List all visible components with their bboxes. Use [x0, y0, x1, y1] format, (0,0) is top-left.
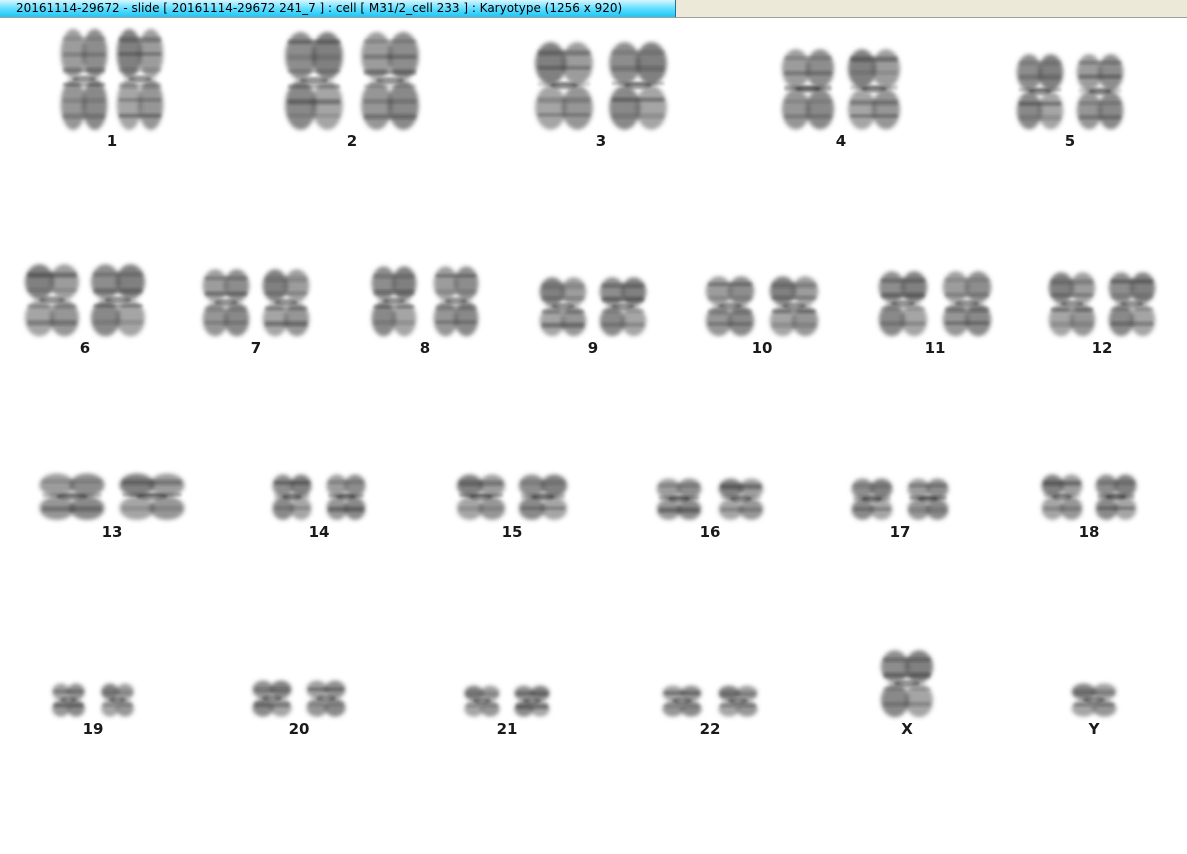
chromosome-image-19 — [52, 683, 134, 717]
karyogram: 1 2 3 4 5 6 7 8 9 10 11 12 13 14 15 16 17 18 19 20 21 22 X Y — [0, 18, 1187, 854]
chromosome-label-5: 5 — [1064, 132, 1076, 150]
karyotype-window: 20161114-29672 - slide [ 20161114-29672 … — [0, 0, 1187, 854]
chromosome-image-22 — [662, 685, 758, 717]
chromosome-label-2: 2 — [346, 132, 358, 150]
chromosome-label-14: 14 — [308, 523, 330, 541]
chromosome-pair-11[interactable] — [869, 264, 1001, 343]
chromosome-label-16: 16 — [699, 523, 721, 541]
chromosome-image-17 — [851, 478, 949, 520]
chromosome-pair-17[interactable] — [842, 471, 958, 527]
chromosome-pair-5[interactable] — [1007, 47, 1133, 136]
chromosome-label-15: 15 — [501, 523, 523, 541]
chromosome-label-8: 8 — [419, 339, 431, 357]
chromosome-label-17: 17 — [889, 523, 911, 541]
chromosome-pair-19[interactable] — [43, 676, 143, 724]
chromosome-pair-x[interactable] — [871, 643, 943, 724]
chromosome-image-15 — [456, 474, 568, 520]
chromosome-image-x — [880, 650, 934, 718]
chromosome-image-7 — [202, 269, 310, 337]
chromosome-pair-7[interactable] — [193, 262, 319, 343]
chromosome-pair-15[interactable] — [447, 467, 577, 527]
chromosome-label-18: 18 — [1078, 523, 1100, 541]
window-title-tab[interactable]: 20161114-29672 - slide [ 20161114-29672 … — [0, 0, 676, 17]
chromosome-image-13 — [39, 473, 185, 520]
chromosome-image-12 — [1048, 272, 1156, 337]
chromosome-image-11 — [878, 271, 992, 337]
chromosome-label-22: 22 — [699, 720, 721, 738]
chromosome-label-1: 1 — [106, 132, 118, 150]
chromosome-label-4: 4 — [835, 132, 847, 150]
window-title: 20161114-29672 - slide [ 20161114-29672 … — [16, 1, 623, 15]
chromosome-label-21: 21 — [496, 720, 518, 738]
chromosome-image-16 — [656, 478, 764, 520]
chromosome-image-3 — [535, 42, 667, 130]
chromosome-image-20 — [252, 680, 346, 717]
chromosome-pair-13[interactable] — [29, 466, 195, 527]
chromosome-pair-14[interactable] — [263, 467, 375, 527]
chromosome-label-13: 13 — [101, 523, 123, 541]
chromosome-pair-22[interactable] — [653, 678, 767, 724]
chromosome-image-14 — [272, 474, 366, 520]
chromosome-pair-4[interactable] — [772, 42, 910, 136]
chromosome-image-5 — [1016, 54, 1124, 130]
chromosome-label-x: X — [901, 720, 913, 738]
chromosome-pair-2[interactable] — [275, 25, 429, 136]
chromosome-label-9: 9 — [587, 339, 599, 357]
chromosome-pair-20[interactable] — [243, 673, 355, 724]
chromosome-pair-3[interactable] — [525, 35, 677, 136]
chromosome-label-6: 6 — [79, 339, 91, 357]
chromosome-pair-1[interactable] — [51, 22, 173, 136]
chromosome-image-4 — [781, 49, 901, 130]
chromosome-pair-16[interactable] — [647, 471, 773, 527]
chromosome-label-7: 7 — [250, 339, 262, 357]
chromosome-image-2 — [285, 32, 419, 130]
chromosome-label-10: 10 — [751, 339, 773, 357]
chromosome-pair-8[interactable] — [362, 259, 488, 343]
chromosome-pair-21[interactable] — [455, 678, 559, 724]
title-bar: 20161114-29672 - slide [ 20161114-29672 … — [0, 0, 1187, 18]
chromosome-image-y — [1071, 683, 1117, 717]
chromosome-label-19: 19 — [82, 720, 104, 738]
chromosome-pair-10[interactable] — [696, 269, 828, 343]
chromosome-image-1 — [60, 29, 164, 130]
chromosome-label-20: 20 — [288, 720, 310, 738]
chromosome-pair-6[interactable] — [15, 257, 155, 343]
chromosome-pair-12[interactable] — [1039, 265, 1165, 343]
chromosome-label-12: 12 — [1091, 339, 1113, 357]
chromosome-label-3: 3 — [595, 132, 607, 150]
chromosome-image-9 — [539, 277, 647, 337]
chromosome-label-11: 11 — [924, 339, 946, 357]
chromosome-image-21 — [464, 685, 550, 717]
chromosome-pair-18[interactable] — [1032, 467, 1146, 527]
chromosome-pair-y[interactable] — [1062, 676, 1126, 724]
chromosome-image-6 — [24, 264, 146, 337]
chromosome-image-10 — [705, 276, 819, 337]
chromosome-image-18 — [1041, 474, 1137, 520]
chromosome-image-8 — [371, 266, 479, 337]
chromosome-label-y: Y — [1088, 720, 1100, 738]
chromosome-pair-9[interactable] — [530, 270, 656, 343]
